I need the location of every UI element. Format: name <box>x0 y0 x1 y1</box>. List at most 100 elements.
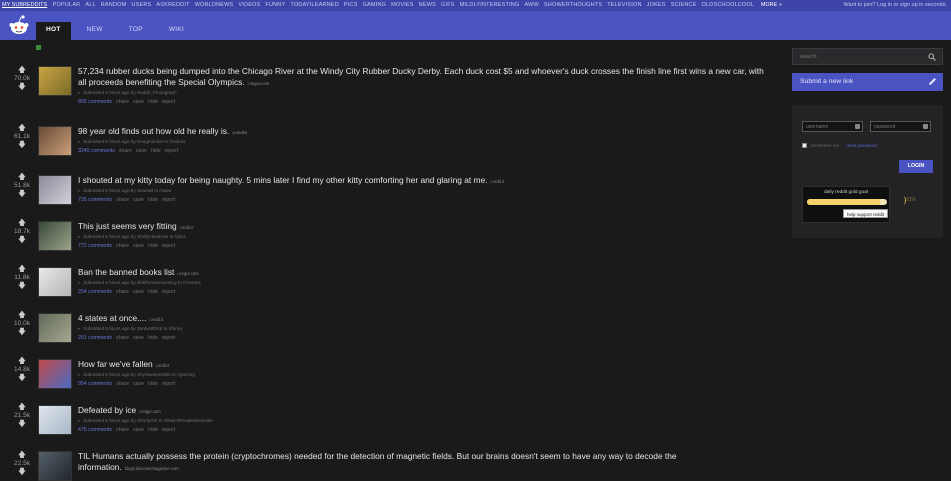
subreddit-link[interactable]: OLDSCHOOLCOOL <box>702 2 755 8</box>
hide-button[interactable]: hide <box>148 99 158 105</box>
downvote-arrow-icon[interactable]: 🡇 <box>10 328 34 336</box>
post-title-link[interactable]: I shouted at my kitty today for being na… <box>78 175 488 185</box>
downvote-arrow-icon[interactable]: 🡇 <box>10 83 34 91</box>
save-button[interactable]: save <box>133 289 144 295</box>
remember-me-checkbox[interactable] <box>802 143 807 148</box>
post-thumbnail[interactable] <box>38 451 72 481</box>
post-domain[interactable]: i.imgur.com <box>139 409 160 414</box>
expand-icon[interactable]: ▸ <box>78 139 80 144</box>
comments-link[interactable]: 254 comments <box>78 289 112 295</box>
post-domain[interactable]: i.redd.it <box>491 179 505 184</box>
subreddit-link[interactable]: GIFS <box>441 2 455 8</box>
subreddit-link[interactable]: NEWS <box>419 2 436 8</box>
subreddit-link[interactable]: MILDLYINTERESTING <box>460 2 520 8</box>
save-button[interactable]: save <box>133 243 144 249</box>
expand-icon[interactable]: ▸ <box>78 372 80 377</box>
login-button[interactable]: LOGIN <box>899 160 933 173</box>
subreddit-link[interactable]: JOKES <box>647 2 666 8</box>
report-button[interactable]: report <box>162 243 176 249</box>
post-title-link[interactable]: How far we've fallen <box>78 359 153 369</box>
downvote-arrow-icon[interactable]: 🡇 <box>10 190 34 198</box>
subreddit-link[interactable]: POPULAR <box>53 2 81 8</box>
share-button[interactable]: share <box>116 243 129 249</box>
upvote-arrow-icon[interactable]: 🡅 <box>10 265 34 273</box>
hide-button[interactable]: hide <box>148 335 158 341</box>
downvote-arrow-icon[interactable]: 🡇 <box>10 374 34 382</box>
share-button[interactable]: share <box>116 289 129 295</box>
subreddit-link[interactable]: SCIENCE <box>671 2 697 8</box>
hide-button[interactable]: hide <box>148 381 158 387</box>
share-button[interactable]: share <box>116 197 129 203</box>
subreddit-link[interactable]: FUNNY <box>265 2 285 8</box>
post-thumbnail[interactable] <box>38 66 72 96</box>
more-subreddits-link[interactable]: MORE » <box>761 2 782 8</box>
post-thumbnail[interactable] <box>38 313 72 343</box>
post-domain[interactable]: i.imgur.com <box>177 271 198 276</box>
save-button[interactable]: save <box>133 99 144 105</box>
post-domain[interactable]: blogs.discovermagazine.com <box>125 466 179 471</box>
username-field[interactable]: username <box>802 121 863 132</box>
post-title-link[interactable]: 4 states at once.... <box>78 313 146 323</box>
expand-icon[interactable]: ▸ <box>78 418 80 423</box>
subreddit-link[interactable]: ASKREDDIT <box>156 2 189 8</box>
post-thumbnail[interactable] <box>38 405 72 435</box>
post-title-link[interactable]: This just seems very fitting <box>78 221 177 231</box>
save-button[interactable]: save <box>133 381 144 387</box>
expand-icon[interactable]: ▸ <box>78 280 80 285</box>
report-button[interactable]: report <box>162 427 176 433</box>
upvote-arrow-icon[interactable]: 🡅 <box>10 219 34 227</box>
share-button[interactable]: share <box>116 427 129 433</box>
report-button[interactable]: report <box>162 335 176 341</box>
search-icon[interactable] <box>928 53 936 61</box>
post-thumbnail[interactable] <box>38 175 72 205</box>
post-title-link[interactable]: 98 year old finds out how old he really … <box>78 126 229 136</box>
login-signup-link[interactable]: Want to join? Log in or sign up in secon… <box>844 2 947 8</box>
save-button[interactable]: save <box>136 148 147 154</box>
comments-link[interactable]: 291 comments <box>78 335 112 341</box>
downvote-arrow-icon[interactable]: 🡇 <box>10 141 34 149</box>
help-support-button[interactable]: help support reddit <box>843 209 888 218</box>
upvote-arrow-icon[interactable]: 🡅 <box>10 403 34 411</box>
subreddit-link[interactable]: PICS <box>344 2 358 8</box>
upvote-arrow-icon[interactable]: 🡅 <box>10 311 34 319</box>
upvote-arrow-icon[interactable]: 🡅 <box>10 451 34 459</box>
post-title-link[interactable]: Defeated by ice <box>78 405 136 415</box>
hide-button[interactable]: hide <box>148 289 158 295</box>
password-field[interactable]: password <box>870 121 931 132</box>
upvote-arrow-icon[interactable]: 🡅 <box>10 66 34 74</box>
report-button[interactable]: report <box>162 289 176 295</box>
share-button[interactable]: share <box>116 381 129 387</box>
downvote-arrow-icon[interactable]: 🡇 <box>10 420 34 428</box>
save-button[interactable]: save <box>133 197 144 203</box>
post-domain[interactable]: i.redd.it <box>180 225 194 230</box>
subreddit-link[interactable]: GAMING <box>363 2 387 8</box>
comments-link[interactable]: 954 comments <box>78 381 112 387</box>
downvote-arrow-icon[interactable]: 🡇 <box>10 236 34 244</box>
subreddit-link[interactable]: ALL <box>85 2 95 8</box>
share-button[interactable]: share <box>116 99 129 105</box>
upvote-arrow-icon[interactable]: 🡅 <box>10 173 34 181</box>
post-thumbnail[interactable] <box>38 126 72 156</box>
subreddit-link[interactable]: TODAYILEARNED <box>290 2 339 8</box>
comments-link[interactable]: 725 comments <box>78 197 112 203</box>
post-domain[interactable]: i.redd.it <box>156 363 170 368</box>
hide-button[interactable]: hide <box>148 243 158 249</box>
search-input[interactable]: search <box>792 48 943 65</box>
reddit-alien-logo-icon[interactable] <box>8 14 30 36</box>
subreddit-link[interactable]: TELEVISION <box>607 2 641 8</box>
share-button[interactable]: share <box>116 335 129 341</box>
comments-link[interactable]: 805 comments <box>78 99 112 105</box>
my-subreddits-dropdown[interactable]: MY SUBREDDITS <box>2 2 47 8</box>
subreddit-link[interactable]: WORLDNEWS <box>195 2 234 8</box>
save-button[interactable]: save <box>133 335 144 341</box>
tab-wiki[interactable]: WIKI <box>159 22 194 40</box>
post-domain[interactable]: youtube <box>232 130 247 135</box>
hide-button[interactable]: hide <box>148 197 158 203</box>
subreddit-link[interactable]: RANDOM <box>101 2 127 8</box>
comments-link[interactable]: 3240 comments <box>78 148 115 154</box>
post-domain[interactable]: i.imgur.com <box>248 81 269 86</box>
report-button[interactable]: report <box>165 148 179 154</box>
post-domain[interactable]: i.redd.it <box>149 317 163 322</box>
subreddit-link[interactable]: VIDEOS <box>238 2 260 8</box>
subreddit-link[interactable]: USERS <box>131 2 151 8</box>
